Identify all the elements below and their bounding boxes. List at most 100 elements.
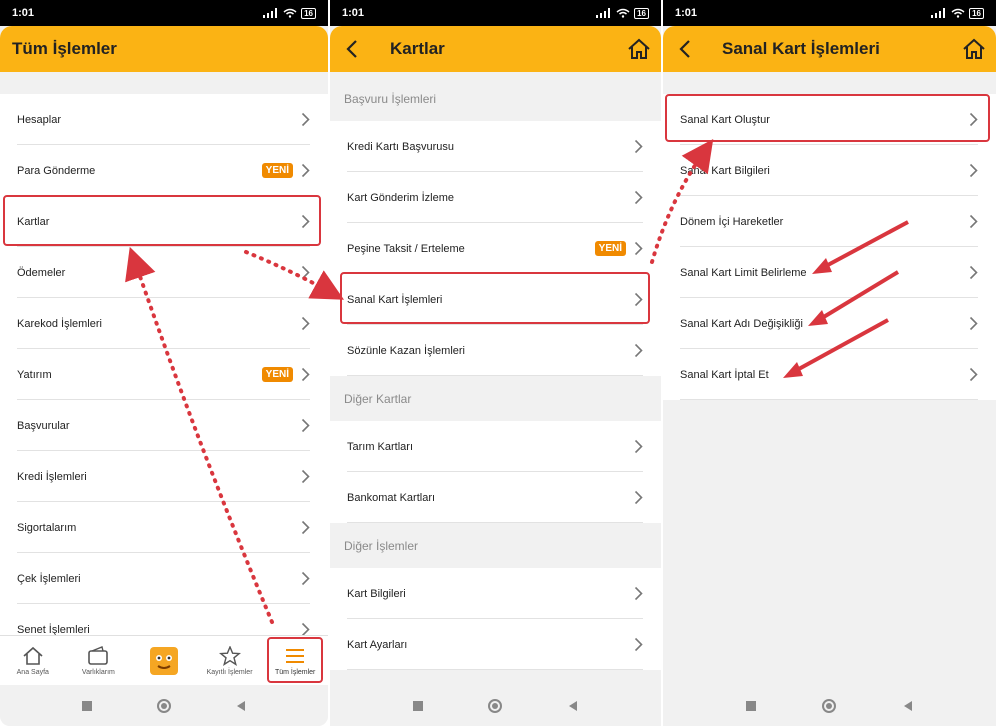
list-item[interactable]: Yatırım YENİ [0, 349, 328, 400]
signal-icon [931, 8, 946, 18]
row-label: Kartlar [17, 215, 50, 228]
list-item[interactable]: Kredi İşlemleri [0, 451, 328, 502]
home-button[interactable] [952, 26, 996, 72]
chevron-right-icon [634, 439, 643, 454]
status-time: 1:01 [342, 7, 365, 19]
list-item[interactable]: Kart Gönderim İzleme [330, 172, 661, 223]
row-label: Kredi İşlemleri [17, 470, 87, 483]
list-item[interactable]: Dönem İçi Hareketler [663, 196, 996, 247]
page-title: Sanal Kart İşlemleri [722, 39, 880, 58]
list-item[interactable]: Sanal Kart Oluştur [663, 94, 996, 145]
back-triangle-icon[interactable] [568, 700, 578, 712]
chevron-right-icon [634, 139, 643, 154]
nav-saved[interactable]: Kayıtlı İşlemler [197, 636, 263, 685]
section-header: Diğer İşlemler [330, 523, 661, 568]
row-label: Sanal Kart İşlemleri [347, 293, 443, 306]
chevron-right-icon [301, 265, 310, 280]
list-item[interactable]: Sanal Kart Limit Belirleme [663, 247, 996, 298]
wifi-icon [951, 8, 965, 18]
virtual-card-screen: 1:01 16 Sanal Kart İşlemleri Sanal Kart … [663, 0, 996, 726]
home-button[interactable] [617, 26, 661, 72]
back-triangle-icon[interactable] [236, 700, 246, 712]
chevron-right-icon [301, 418, 310, 433]
row-label: Bankomat Kartları [347, 491, 436, 504]
row-label: Para Gönderme [17, 164, 96, 177]
home-icon [23, 646, 43, 665]
system-navigation [330, 685, 661, 726]
row-label: Kart Ayarları [347, 638, 408, 651]
chevron-right-icon [634, 292, 643, 307]
back-button[interactable] [663, 26, 707, 72]
back-triangle-icon[interactable] [903, 700, 913, 712]
row-label: Başvurular [17, 419, 70, 432]
list-item[interactable]: Ödemeler [0, 247, 328, 298]
operations-list: Hesaplar Para Gönderme YENİ Kartlar Ödemeler… [0, 94, 328, 655]
list-item[interactable]: Kredi Kartı Başvurusu [330, 121, 661, 172]
list-item[interactable]: Sanal Kart Adı Değişikliği [663, 298, 996, 349]
star-icon [218, 645, 241, 666]
chevron-right-icon [301, 520, 310, 535]
all-operations-screen: 1:01 16 Tüm İşlemler Hesaplar Para Gönder… [0, 0, 328, 726]
chevron-left-icon [679, 40, 690, 58]
list-item[interactable]: Sözünle Kazan İşlemleri [330, 325, 661, 376]
home-icon [628, 38, 650, 59]
row-label: Sanal Kart İptal Et [680, 368, 769, 381]
list-item[interactable]: Bankomat Kartları [330, 472, 661, 523]
home-circle-icon[interactable] [488, 698, 503, 713]
nav-home[interactable]: Ana Sayfa [0, 636, 66, 685]
row-label: Senet İşlemleri [17, 623, 90, 636]
app-bar: Tüm İşlemler [0, 26, 328, 72]
battery-icon: 16 [969, 7, 984, 19]
list-item[interactable]: Tarım Kartları [330, 421, 661, 472]
chevron-right-icon [634, 637, 643, 652]
status-time: 1:01 [675, 7, 698, 19]
chevron-right-icon [634, 190, 643, 205]
chevron-right-icon [969, 214, 978, 229]
status-bar: 1:01 16 [663, 0, 996, 26]
row-label: Karekod İşlemleri [17, 317, 102, 330]
new-badge: YENİ [594, 241, 626, 256]
system-navigation [663, 685, 996, 726]
nav-mascot[interactable] [131, 636, 197, 685]
row-label: Sözünle Kazan İşlemleri [347, 344, 466, 357]
row-label: Ödemeler [17, 266, 66, 279]
row-label: Yatırım [17, 368, 52, 381]
list-item[interactable]: Peşine Taksit / Erteleme YENİ [330, 223, 661, 274]
list-item[interactable]: Çek İşlemleri [0, 553, 328, 604]
recents-icon[interactable] [746, 700, 757, 711]
battery-icon: 16 [301, 7, 316, 19]
status-time: 1:01 [12, 7, 35, 19]
recents-icon[interactable] [412, 700, 423, 711]
list-item[interactable]: Sanal Kart İptal Et [663, 349, 996, 400]
chevron-right-icon [301, 112, 310, 127]
home-circle-icon[interactable] [822, 698, 837, 713]
chevron-right-icon [634, 490, 643, 505]
chevron-right-icon [969, 163, 978, 178]
new-badge: YENİ [261, 163, 293, 178]
chevron-right-icon [301, 316, 310, 331]
home-circle-icon[interactable] [156, 698, 171, 713]
cards-screen: 1:01 16 Kartlar Başvuru İşlemleri Kredi K… [330, 0, 661, 726]
nav-home-label: Ana Sayfa [16, 668, 49, 676]
nav-assets[interactable]: Varlıklarım [66, 636, 132, 685]
nav-all-operations[interactable]: Tüm İşlemler [262, 636, 328, 685]
row-label: Sanal Kart Adı Değişikliği [680, 317, 803, 330]
row-label: Kredi Kartı Başvurusu [347, 140, 454, 153]
list-item[interactable]: Kart Ayarları [330, 619, 661, 670]
row-label: Kart Gönderim İzleme [347, 191, 454, 204]
list-item[interactable]: Karekod İşlemleri [0, 298, 328, 349]
recents-icon[interactable] [82, 700, 93, 711]
list-item[interactable]: Başvurular [0, 400, 328, 451]
list-item[interactable]: Hesaplar [0, 94, 328, 145]
battery-icon: 16 [634, 7, 649, 19]
list-item[interactable]: Sanal Kart Bilgileri [663, 145, 996, 196]
nav-saved-label: Kayıtlı İşlemler [206, 668, 253, 676]
list-item[interactable]: Sigortalarım [0, 502, 328, 553]
list-item[interactable]: Kartlar [0, 196, 328, 247]
system-navigation [0, 685, 328, 726]
list-item[interactable]: Para Gönderme YENİ [0, 145, 328, 196]
list-item[interactable]: Sanal Kart İşlemleri [330, 274, 661, 325]
back-button[interactable] [330, 26, 374, 72]
wallet-icon [88, 645, 109, 665]
list-item[interactable]: Kart Bilgileri [330, 568, 661, 619]
